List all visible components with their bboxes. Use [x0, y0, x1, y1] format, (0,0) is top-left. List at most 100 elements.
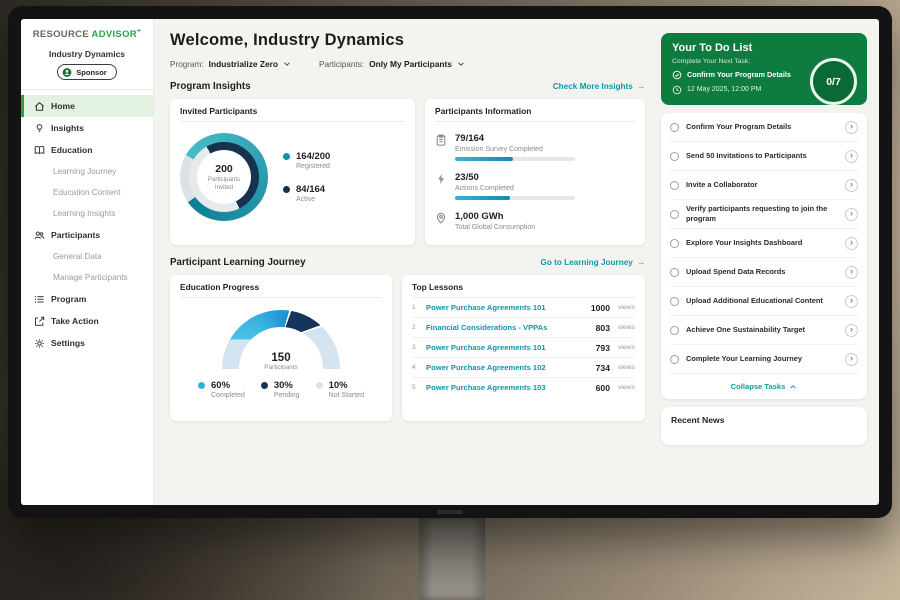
- task-checkbox[interactable]: [670, 152, 679, 161]
- chevron-down-icon: [457, 60, 465, 68]
- lesson-views: 793: [596, 343, 610, 353]
- chevron-right-icon[interactable]: ›: [845, 324, 858, 337]
- participants-dropdown[interactable]: Participants: Only My Participants: [319, 59, 465, 69]
- main-content: Welcome, Industry Dynamics Program: Indu…: [154, 19, 655, 505]
- sidebar-item-label: Learning Journey: [53, 167, 116, 176]
- legend-dot: [198, 382, 205, 389]
- program-dropdown[interactable]: Program: Industrialize Zero: [170, 59, 291, 69]
- task-row[interactable]: Invite a Collaborator ›: [670, 171, 858, 200]
- legend-item: 60% Completed: [198, 380, 245, 399]
- chevron-right-icon[interactable]: ›: [845, 121, 858, 134]
- card-title: Participants Information: [435, 106, 635, 122]
- card-title: Invited Participants: [180, 106, 405, 122]
- sponsor-badge[interactable]: Sponsor: [57, 64, 116, 80]
- sidebar-item-home[interactable]: Home: [21, 95, 153, 117]
- lesson-views: 803: [596, 323, 610, 333]
- lesson-link[interactable]: Power Purchase Agreements 101: [426, 303, 585, 312]
- task-label: Send 50 Invitations to Participants: [686, 151, 838, 161]
- legend-dot: [283, 186, 290, 193]
- participants-icon: [34, 230, 45, 241]
- task-checkbox[interactable]: [670, 181, 679, 190]
- task-row[interactable]: Verify participants requesting to join t…: [670, 200, 858, 229]
- sidebar-item-education[interactable]: Education: [21, 139, 153, 161]
- sidebar-item-participants[interactable]: Participants: [21, 224, 153, 246]
- arrow-right-icon: →: [637, 82, 645, 91]
- legend-dot: [261, 382, 268, 389]
- lesson-rank: 2: [412, 324, 420, 331]
- lesson-link[interactable]: Financial Considerations - VPPAs: [426, 323, 590, 332]
- chevron-right-icon[interactable]: ›: [845, 208, 858, 221]
- invited-participants-card: Invited Participants 200 Participants In…: [170, 99, 415, 245]
- app-screen: RESOURCE ADVISOR+ Industry Dynamics Spon…: [21, 19, 879, 505]
- task-checkbox[interactable]: [670, 239, 679, 248]
- task-label: Upload Additional Educational Content: [686, 296, 838, 306]
- task-row[interactable]: Explore Your Insights Dashboard ›: [670, 229, 858, 258]
- lesson-link[interactable]: Power Purchase Agreements 102: [426, 363, 590, 372]
- sidebar-item-education-content[interactable]: Education Content: [21, 182, 153, 203]
- chevron-right-icon[interactable]: ›: [845, 150, 858, 163]
- task-checkbox[interactable]: [670, 268, 679, 277]
- program-value: Industrialize Zero: [209, 59, 278, 69]
- task-checkbox[interactable]: [670, 210, 679, 219]
- task-row[interactable]: Confirm Your Program Details ›: [670, 113, 858, 142]
- stat-label: Total Global Consumption: [455, 224, 535, 231]
- task-row[interactable]: Achieve One Sustainability Target ›: [670, 316, 858, 345]
- collapse-tasks-link[interactable]: Collapse Tasks: [670, 374, 858, 399]
- lesson-link[interactable]: Power Purchase Agreements 103: [426, 383, 590, 392]
- task-checkbox[interactable]: [670, 297, 679, 306]
- education-progress-gauge-chart: 150 Participants: [222, 310, 340, 369]
- chevron-right-icon[interactable]: ›: [845, 353, 858, 366]
- legend-label: Active: [296, 196, 325, 203]
- sidebar-item-learning-insights[interactable]: Learning Insights: [21, 203, 153, 224]
- task-row[interactable]: Complete Your Learning Journey ›: [670, 345, 858, 374]
- task-checkbox[interactable]: [670, 355, 679, 364]
- participants-label: Participants:: [319, 60, 364, 69]
- participants-information-card: Participants Information 79/164 Emission…: [425, 99, 645, 245]
- chevron-up-icon: [789, 383, 797, 391]
- go-to-learning-journey-link[interactable]: Go to Learning Journey →: [540, 258, 645, 267]
- home-icon: [34, 101, 45, 112]
- logo-resource: RESOURCE: [33, 29, 89, 40]
- donut-legend: 164/200 Registered 84/164 Active: [283, 151, 330, 203]
- task-row[interactable]: Upload Spend Data Records ›: [670, 258, 858, 287]
- sidebar-item-insights[interactable]: Insights: [21, 117, 153, 139]
- lesson-link[interactable]: Power Purchase Agreements 101: [426, 343, 590, 352]
- check-more-insights-link[interactable]: Check More Insights →: [553, 82, 645, 91]
- participants-value: Only My Participants: [369, 59, 452, 69]
- task-label: Invite a Collaborator: [686, 180, 838, 190]
- progress-bar: [455, 157, 575, 161]
- learning-cards: Education Progress 150 Participants: [170, 275, 645, 421]
- sidebar-item-learning-journey[interactable]: Learning Journey: [21, 161, 153, 182]
- lesson-row: 3 Power Purchase Agreements 101 793 view…: [412, 338, 635, 358]
- legend-dot: [316, 382, 323, 389]
- views-suffix: views: [618, 364, 635, 371]
- chevron-right-icon[interactable]: ›: [845, 179, 858, 192]
- sidebar-item-general-data[interactable]: General Data: [21, 246, 153, 267]
- lesson-views: 1000: [591, 303, 610, 313]
- legend-item: 10% Not Started: [316, 380, 364, 399]
- sidebar-item-take-action[interactable]: Take Action: [21, 310, 153, 332]
- task-row[interactable]: Upload Additional Educational Content ›: [670, 287, 858, 316]
- next-task-row: Confirm Your Program Details: [672, 70, 804, 80]
- recent-news-title: Recent News: [671, 415, 725, 425]
- logo-advisor: ADVISOR: [92, 29, 137, 40]
- check-circle-icon: [672, 70, 682, 80]
- legend-label: Registered: [296, 163, 330, 170]
- todo-task-list: Confirm Your Program Details › Send 50 I…: [661, 113, 867, 399]
- gear-icon: [34, 338, 45, 349]
- chevron-right-icon[interactable]: ›: [845, 266, 858, 279]
- sidebar-item-program[interactable]: Program: [21, 288, 153, 310]
- legend-value: 10%: [329, 380, 364, 391]
- sidebar-item-manage-participants[interactable]: Manage Participants: [21, 267, 153, 288]
- sidebar-item-settings[interactable]: Settings: [21, 332, 153, 354]
- task-checkbox[interactable]: [670, 326, 679, 335]
- chevron-right-icon[interactable]: ›: [845, 295, 858, 308]
- task-row[interactable]: Send 50 Invitations to Participants ›: [670, 142, 858, 171]
- chevron-right-icon[interactable]: ›: [845, 237, 858, 250]
- task-checkbox[interactable]: [670, 123, 679, 132]
- todo-progress-value: 0/7: [826, 76, 841, 88]
- legend-item: 30% Pending: [261, 380, 300, 399]
- sidebar-item-label: Insights: [51, 123, 84, 133]
- lesson-rank: 5: [412, 384, 420, 391]
- legend-value: 30%: [274, 380, 300, 391]
